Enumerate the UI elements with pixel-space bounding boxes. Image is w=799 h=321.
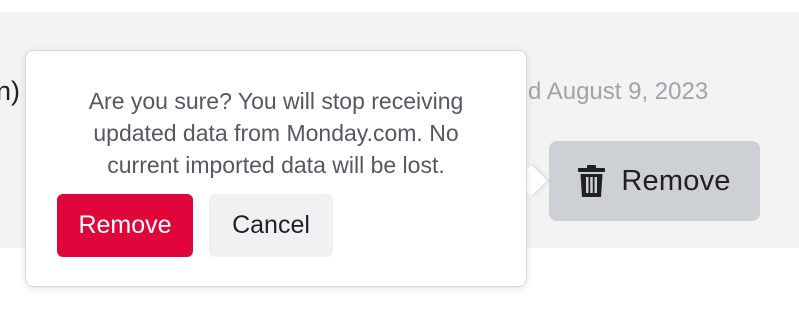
integration-name-fragment: n) [0, 76, 21, 106]
last-updated-text: ted August 9, 2023 [508, 78, 709, 105]
remove-confirmation-popover: Are you sure? You will stop receiving up… [25, 50, 527, 287]
confirm-remove-button[interactable]: Remove [57, 194, 193, 257]
integration-settings-view: n) ted August 9, 2023 Remove Are you sur… [0, 0, 799, 321]
remove-button-label: Remove [621, 164, 731, 197]
confirmation-message: Are you sure? You will stop receiving up… [26, 85, 526, 181]
confirmation-message-line: current imported data will be lost. [107, 152, 445, 178]
remove-integration-button[interactable]: Remove [549, 141, 760, 221]
confirmation-message-line: updated data from Monday.com. No [93, 120, 459, 146]
cancel-button[interactable]: Cancel [209, 194, 333, 257]
confirmation-message-line: Are you sure? You will stop receiving [88, 88, 464, 114]
trash-icon [578, 165, 606, 197]
